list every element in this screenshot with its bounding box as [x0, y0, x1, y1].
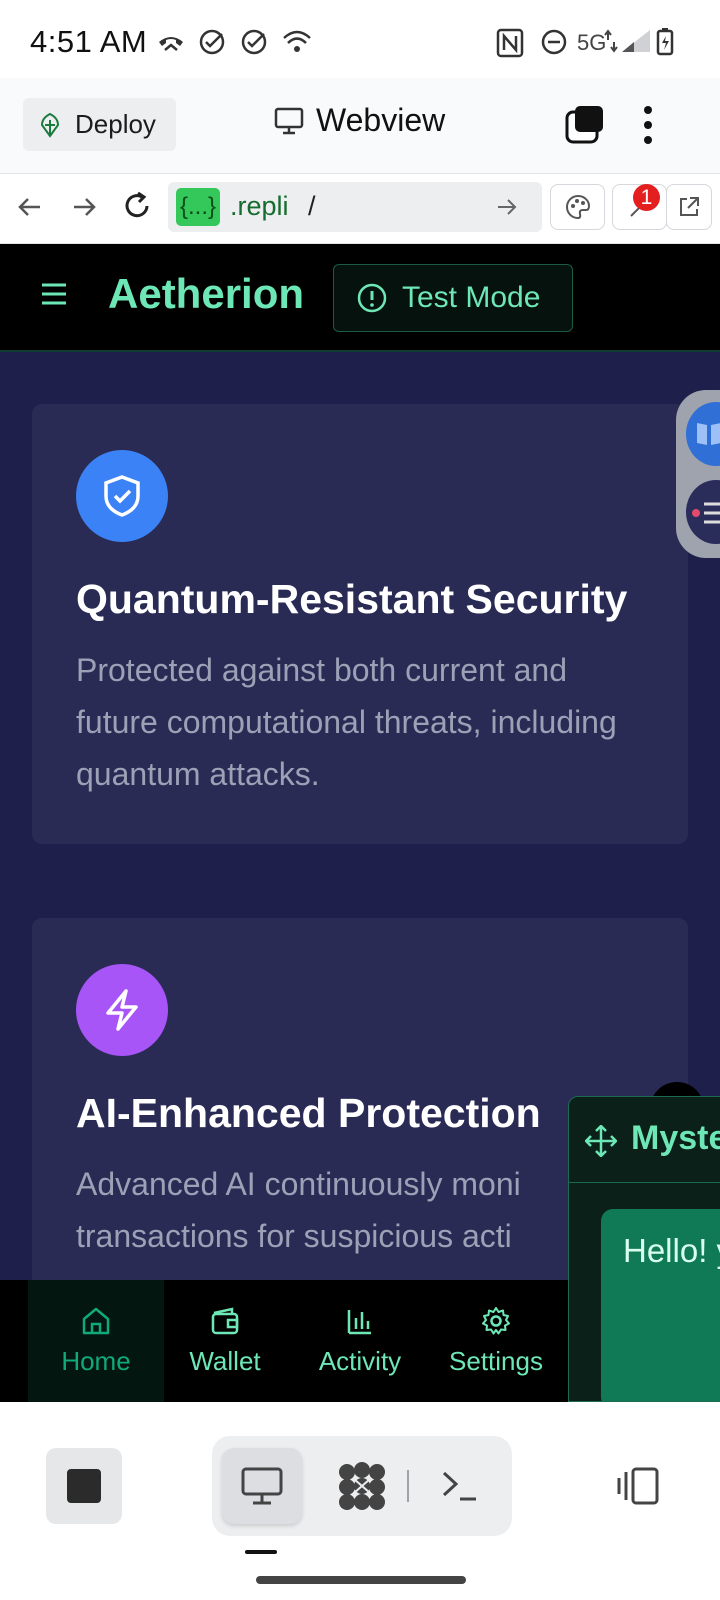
back-arrow-icon[interactable]: [16, 194, 44, 220]
divider: [407, 1470, 409, 1502]
palette-icon: [565, 194, 590, 220]
floating-side-panel[interactable]: [676, 390, 720, 558]
url-host: .repli: [230, 191, 289, 221]
monitor-icon: [274, 107, 304, 134]
replit-logo-icon: [339, 1462, 385, 1510]
nav-label: Activity: [318, 1345, 402, 1376]
status-bar: 4:51 AM 5G: [0, 0, 720, 78]
url-path: /: [308, 191, 316, 221]
active-indicator: [245, 1550, 277, 1554]
alert-circle-icon: [357, 283, 387, 313]
missed-call-icon: [159, 37, 183, 51]
chat-title: Myste: [631, 1119, 720, 1157]
chat-message: Hello! your A can I h: [623, 1232, 720, 1269]
status-time: 4:51 AM: [30, 24, 148, 59]
lightning-icon: [76, 964, 168, 1056]
data-arrows-icon: [604, 29, 618, 53]
apps-view-button[interactable]: [322, 1448, 402, 1524]
shield-check-icon: [76, 450, 168, 542]
url-bar: {...} .repli /: [0, 174, 720, 244]
open-external-button[interactable]: [666, 184, 712, 230]
nav-home[interactable]: Home: [28, 1280, 164, 1402]
deploy-icon: [40, 112, 60, 138]
view-title-label: Webview: [316, 102, 446, 138]
stop-icon: [67, 1469, 101, 1503]
home-icon: [82, 1307, 110, 1334]
terminal-icon: [442, 1471, 476, 1501]
brand-logo[interactable]: Aetherion: [108, 270, 304, 318]
signal-icon: [622, 30, 650, 52]
app-header: Aetherion Test Mode: [0, 244, 720, 352]
nav-activity[interactable]: Activity: [292, 1280, 428, 1402]
home-indicator[interactable]: [256, 1576, 466, 1584]
wallet-icon: [211, 1306, 239, 1334]
test-mode-label: Test Mode: [402, 281, 541, 314]
feature-description: Protected against both current and futur…: [76, 652, 617, 792]
deploy-label: Deploy: [75, 109, 156, 139]
theme-button[interactable]: [550, 184, 605, 230]
gear-icon: [482, 1306, 510, 1334]
feature-card: Quantum-Resistant Security Protected aga…: [32, 404, 688, 844]
reload-icon[interactable]: [122, 191, 152, 221]
chat-message-bubble: Hello! your A can I h: [601, 1209, 720, 1401]
chat-header[interactable]: Myste: [569, 1097, 720, 1183]
feature-title: AI-Enhanced Protection: [76, 1090, 541, 1136]
hamburger-menu-icon[interactable]: [40, 282, 68, 306]
workspace-bottom-bar: [0, 1402, 720, 1600]
nfc-icon: [496, 28, 524, 58]
url-badge: {...}: [176, 188, 221, 226]
check-circle-icon: [241, 29, 267, 55]
nav-wallet[interactable]: Wallet: [157, 1280, 293, 1402]
tabs-icon[interactable]: [565, 104, 605, 144]
split-panel-icon: [617, 1467, 659, 1505]
chat-widget[interactable]: Myste Hello! your A can I h: [568, 1096, 720, 1402]
nav-label: Wallet: [189, 1345, 261, 1376]
nav-settings[interactable]: Settings: [428, 1280, 564, 1402]
do-not-disturb-icon: [541, 29, 567, 55]
desktop-view-button[interactable]: [222, 1448, 302, 1524]
stop-button[interactable]: [46, 1448, 122, 1524]
layout-toggle-button[interactable]: [608, 1448, 668, 1524]
feature-title: Quantum-Resistant Security: [76, 576, 628, 622]
go-arrow-icon[interactable]: [496, 196, 518, 218]
bar-chart-icon: [347, 1309, 371, 1334]
view-switcher: [212, 1436, 512, 1536]
book-icon[interactable]: [686, 402, 720, 466]
terminal-view-button[interactable]: [420, 1448, 500, 1524]
nav-label: Settings: [449, 1345, 543, 1376]
forward-arrow-icon[interactable]: [70, 194, 98, 220]
wifi-calling-icon: [283, 30, 311, 52]
move-icon[interactable]: [585, 1125, 617, 1157]
workspace-toolbar: Deploy Webview: [0, 78, 720, 174]
external-link-icon: [680, 197, 699, 216]
url-input[interactable]: {...} .repli /: [168, 182, 542, 232]
notification-badge: 1: [633, 184, 660, 211]
monitor-icon: [241, 1467, 283, 1505]
battery-icon: [656, 28, 674, 56]
test-mode-button[interactable]: Test Mode: [333, 264, 573, 332]
more-menu-icon[interactable]: [640, 104, 656, 146]
list-icon[interactable]: [686, 480, 720, 544]
deploy-button[interactable]: Deploy: [23, 98, 176, 151]
network-type: 5G: [577, 30, 607, 55]
nav-label: Home: [61, 1345, 131, 1376]
view-title[interactable]: Webview: [274, 102, 445, 139]
check-circle-icon: [199, 29, 225, 55]
